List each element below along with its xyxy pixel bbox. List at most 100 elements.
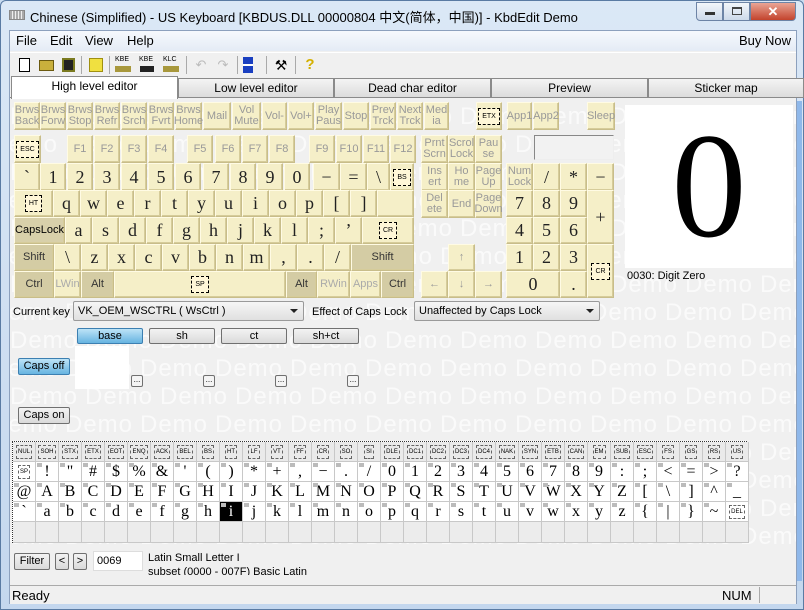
- char-cell[interactable]: &: [151, 462, 174, 482]
- caps-off-button[interactable]: Caps off: [18, 358, 70, 375]
- key-play-paus[interactable]: Play Paus: [315, 102, 342, 130]
- char-cell[interactable]: R: [427, 482, 450, 502]
- char-cell[interactable]: DC2: [427, 442, 450, 462]
- key-t[interactable]: t: [161, 190, 188, 217]
- char-cell[interactable]: (: [197, 462, 220, 482]
- key-brws-srch[interactable]: Brws Srch: [121, 102, 147, 130]
- key--[interactable]: ]: [350, 190, 377, 217]
- key-1[interactable]: 1: [40, 163, 66, 191]
- char-cell[interactable]: GS: [680, 442, 703, 462]
- char-cell[interactable]: g: [174, 502, 197, 522]
- key-pau-se[interactable]: Pau se: [475, 135, 502, 163]
- key-page-down[interactable]: Page Down: [474, 190, 503, 218]
- key-space[interactable]: SP: [114, 271, 286, 298]
- key-num-2[interactable]: 2: [533, 244, 560, 271]
- char-code-input[interactable]: 0069: [93, 551, 143, 571]
- key-i[interactable]: i: [242, 190, 269, 217]
- char-cell[interactable]: 9: [588, 462, 611, 482]
- key-f10[interactable]: F10: [336, 135, 362, 163]
- close-button[interactable]: ✕: [750, 2, 796, 21]
- maximize-button[interactable]: [723, 2, 750, 21]
- shift-state-base[interactable]: base: [77, 328, 143, 344]
- key-u[interactable]: u: [215, 190, 242, 217]
- key-num-4[interactable]: 4: [506, 217, 533, 244]
- key-num-decimal[interactable]: .: [560, 271, 587, 298]
- char-cell[interactable]: {: [634, 502, 657, 522]
- char-cell[interactable]: y: [588, 502, 611, 522]
- char-cell[interactable]: ACK: [151, 442, 174, 462]
- char-cell[interactable]: :: [611, 462, 634, 482]
- key-lwin[interactable]: LWin: [54, 271, 81, 298]
- caps-effect-dropdown[interactable]: Unaffected by Caps Lock: [414, 301, 600, 321]
- key-b[interactable]: b: [189, 244, 216, 271]
- key-esc[interactable]: ESC: [14, 135, 41, 163]
- char-cell[interactable]: T: [473, 482, 496, 502]
- key-capslock[interactable]: CapsLock: [14, 217, 65, 244]
- key-s[interactable]: s: [92, 217, 119, 244]
- char-cell[interactable]: >: [703, 462, 726, 482]
- char-cell[interactable]: G: [174, 482, 197, 502]
- char-cell[interactable]: c: [82, 502, 105, 522]
- char-cell[interactable]: 1: [404, 462, 427, 482]
- key-num-minus[interactable]: −: [587, 163, 614, 191]
- char-cell[interactable]: 2: [427, 462, 450, 482]
- redo-button[interactable]: ↷: [214, 56, 232, 74]
- edit-base-button[interactable]: ...: [131, 375, 143, 387]
- key-f9[interactable]: F9: [309, 135, 335, 163]
- key-f8[interactable]: F8: [269, 135, 295, 163]
- key-num-multiply[interactable]: *: [560, 163, 587, 191]
- key-insert[interactable]: Ins ert: [421, 163, 448, 191]
- key-enter-top[interactable]: [377, 190, 414, 217]
- char-cell[interactable]: }: [680, 502, 703, 522]
- key-prnt-scrn[interactable]: Prnt Scrn: [421, 135, 448, 163]
- char-cell[interactable]: FS: [657, 442, 680, 462]
- char-cell[interactable]: w: [542, 502, 565, 522]
- char-cell[interactable]: %: [128, 462, 151, 482]
- base-char-box[interactable]: [75, 346, 129, 389]
- key-f1[interactable]: F1: [67, 135, 93, 163]
- char-cell[interactable]: 0: [381, 462, 404, 482]
- key-c[interactable]: c: [135, 244, 162, 271]
- char-cell[interactable]: V: [519, 482, 542, 502]
- key-rwin[interactable]: RWin: [317, 271, 350, 298]
- key-num-enter[interactable]: CR: [587, 244, 614, 298]
- save-button[interactable]: [59, 56, 77, 74]
- char-cell[interactable]: .: [335, 462, 358, 482]
- key-num-1[interactable]: 1: [506, 244, 533, 271]
- char-cell[interactable]: [: [634, 482, 657, 502]
- char-cell[interactable]: =: [680, 462, 703, 482]
- char-cell[interactable]: b: [59, 502, 82, 522]
- key--[interactable]: =: [340, 163, 367, 191]
- char-cell[interactable]: ;: [634, 462, 657, 482]
- key-f7[interactable]: F7: [242, 135, 268, 163]
- char-cell[interactable]: RS: [703, 442, 726, 462]
- key-7[interactable]: 7: [203, 163, 229, 191]
- key-v[interactable]: v: [162, 244, 189, 271]
- key-sleep[interactable]: Sleep: [587, 102, 615, 130]
- char-cell[interactable]: u: [496, 502, 519, 522]
- key-3[interactable]: 3: [94, 163, 120, 191]
- key-brws-stop[interactable]: Brws Stop: [67, 102, 93, 130]
- key-arrow-up[interactable]: ↑: [448, 244, 475, 271]
- key-f12[interactable]: F12: [390, 135, 416, 163]
- char-cell[interactable]: I: [220, 482, 243, 502]
- char-cell[interactable]: LF: [243, 442, 266, 462]
- key-ht[interactable]: HT: [14, 190, 53, 217]
- key-brws-back[interactable]: Brws Back: [14, 102, 40, 130]
- char-cell[interactable]: ): [220, 462, 243, 482]
- char-cell[interactable]: M: [312, 482, 335, 502]
- char-cell[interactable]: SYN: [519, 442, 542, 462]
- key-page-up[interactable]: Page Up: [475, 163, 502, 191]
- char-cell[interactable]: /: [358, 462, 381, 482]
- key-o[interactable]: o: [269, 190, 296, 217]
- key-w[interactable]: w: [80, 190, 107, 217]
- char-cell[interactable]: Q: [404, 482, 427, 502]
- key-brws-forw[interactable]: Brws Forw: [40, 102, 66, 130]
- key-right-shift[interactable]: Shift: [351, 244, 414, 271]
- key-p[interactable]: p: [296, 190, 323, 217]
- key-2[interactable]: 2: [67, 163, 93, 191]
- char-cell[interactable]: ETX: [82, 442, 105, 462]
- key-8[interactable]: 8: [230, 163, 256, 191]
- char-cell[interactable]: FF: [289, 442, 312, 462]
- char-cell[interactable]: q: [404, 502, 427, 522]
